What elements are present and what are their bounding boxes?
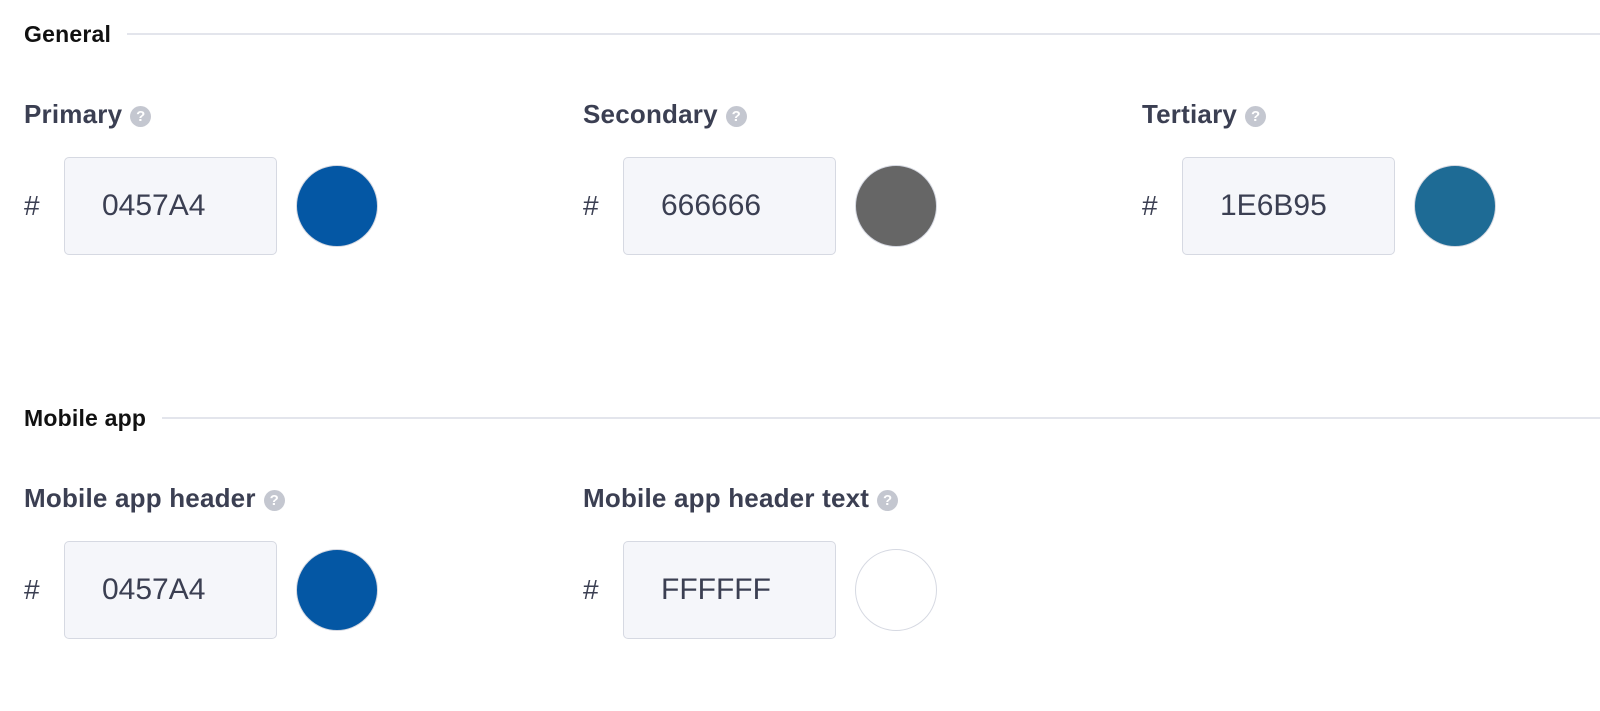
- tertiary-color-swatch[interactable]: [1414, 165, 1496, 247]
- question-circle-icon[interactable]: ?: [877, 489, 899, 511]
- hash-prefix: #: [24, 190, 40, 221]
- hash-prefix: #: [1142, 190, 1158, 221]
- section-mobile-app-title: Mobile app: [24, 404, 147, 431]
- field-label-mobile-app-header-text: Mobile app header text: [583, 482, 870, 513]
- mobile-app-header-text-hex-input[interactable]: [623, 541, 836, 639]
- section-divider: [162, 417, 1600, 419]
- mobile-app-header-hex-input[interactable]: [64, 541, 277, 639]
- color-field-secondary: Secondary ? #: [583, 98, 1103, 255]
- color-field-primary: Primary ? #: [24, 98, 544, 255]
- question-circle-icon[interactable]: ?: [130, 105, 152, 127]
- section-mobile-app-header: Mobile app: [24, 403, 1600, 433]
- section-general-title: General: [24, 20, 112, 47]
- question-circle-icon[interactable]: ?: [1245, 105, 1267, 127]
- field-label-mobile-app-header: Mobile app header: [24, 482, 256, 513]
- mobile-app-header-text-color-swatch[interactable]: [855, 549, 937, 631]
- field-label-tertiary: Tertiary: [1142, 98, 1238, 129]
- color-field-mobile-app-header: Mobile app header ? #: [24, 482, 544, 639]
- secondary-hex-input[interactable]: [623, 157, 836, 255]
- field-label-primary: Primary: [24, 98, 123, 129]
- color-field-mobile-app-header-text: Mobile app header text ? #: [583, 482, 1103, 639]
- hash-prefix: #: [24, 574, 40, 605]
- question-circle-icon[interactable]: ?: [725, 105, 747, 127]
- color-field-tertiary: Tertiary ? #: [1142, 98, 1600, 255]
- tertiary-hex-input[interactable]: [1182, 157, 1395, 255]
- question-circle-icon[interactable]: ?: [263, 489, 285, 511]
- secondary-color-swatch[interactable]: [855, 165, 937, 247]
- hash-prefix: #: [583, 574, 599, 605]
- primary-color-swatch[interactable]: [296, 165, 378, 247]
- mobile-app-header-color-swatch[interactable]: [296, 549, 378, 631]
- section-divider: [127, 33, 1600, 35]
- section-general-header: General: [24, 19, 1600, 49]
- primary-hex-input[interactable]: [64, 157, 277, 255]
- hash-prefix: #: [583, 190, 599, 221]
- field-label-secondary: Secondary: [583, 98, 718, 129]
